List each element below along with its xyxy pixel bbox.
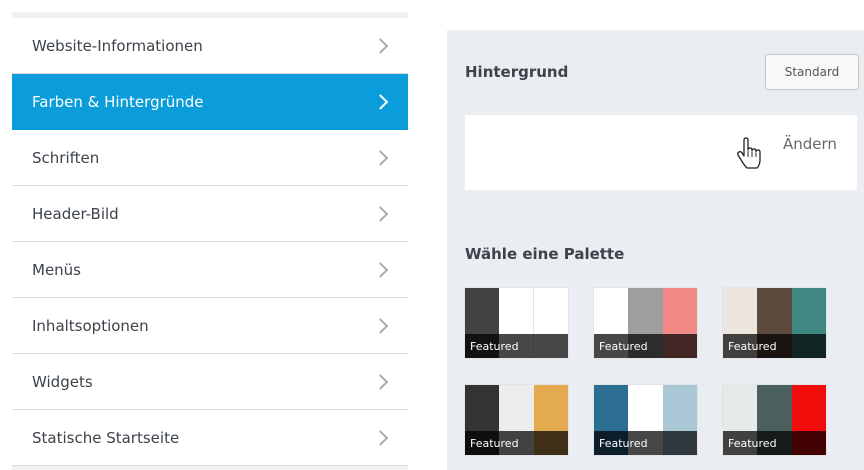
menu-item-schriften[interactable]: Schriften bbox=[12, 130, 408, 186]
featured-badge: Featured bbox=[594, 431, 697, 455]
palette-option[interactable]: Featured bbox=[465, 288, 568, 358]
menu-item-label: Widgets bbox=[32, 372, 93, 391]
menu-item-statische-startseite[interactable]: Statische Startseite bbox=[12, 410, 408, 466]
standard-button[interactable]: Standard bbox=[765, 54, 859, 90]
palette-option[interactable]: Featured bbox=[594, 385, 697, 455]
background-section-title: Hintergrund bbox=[465, 63, 569, 81]
chevron-right-icon bbox=[372, 205, 389, 222]
background-picker[interactable]: Ändern bbox=[465, 115, 857, 190]
menu-item-label: Inhaltsoptionen bbox=[32, 316, 149, 335]
hand-pointer-icon bbox=[737, 137, 761, 169]
customizer-menu: Website-Informationen Farben & Hintergrü… bbox=[12, 18, 408, 466]
palette-option[interactable]: Featured bbox=[465, 385, 568, 455]
chevron-right-icon bbox=[372, 37, 389, 54]
menu-item-label: Farben & Hintergründe bbox=[32, 92, 204, 111]
featured-badge: Featured bbox=[465, 431, 568, 455]
chevron-right-icon bbox=[372, 373, 389, 390]
featured-badge: Featured bbox=[465, 334, 568, 358]
palette-option[interactable]: Featured bbox=[594, 288, 697, 358]
featured-badge: Featured bbox=[723, 334, 826, 358]
customizer-sidebar: Website-Informationen Farben & Hintergrü… bbox=[12, 12, 408, 470]
menu-item-label: Schriften bbox=[32, 148, 100, 167]
featured-badge: Featured bbox=[723, 431, 826, 455]
menu-item-label: Statische Startseite bbox=[32, 428, 180, 447]
chevron-right-icon bbox=[372, 317, 389, 334]
menu-item-header-bild[interactable]: Header-Bild bbox=[12, 186, 408, 242]
menu-item-widgets[interactable]: Widgets bbox=[12, 354, 408, 410]
change-background-link[interactable]: Ändern bbox=[783, 135, 837, 153]
palette-option[interactable]: Featured bbox=[723, 385, 826, 455]
menu-item-farben-hintergruende[interactable]: Farben & Hintergründe bbox=[12, 74, 408, 130]
palette-option[interactable]: Featured bbox=[723, 288, 826, 358]
menu-item-label: Website-Informationen bbox=[32, 36, 203, 55]
menu-item-menues[interactable]: Menüs bbox=[12, 242, 408, 298]
menu-item-inhaltsoptionen[interactable]: Inhaltsoptionen bbox=[12, 298, 408, 354]
menu-item-label: Menüs bbox=[32, 260, 81, 279]
menu-item-website-informationen[interactable]: Website-Informationen bbox=[12, 18, 408, 74]
colors-backgrounds-panel: Hintergrund Standard Ändern Wähle eine P… bbox=[447, 30, 864, 470]
chevron-right-icon bbox=[372, 149, 389, 166]
chevron-right-icon bbox=[372, 429, 389, 446]
chevron-right-icon bbox=[372, 93, 389, 110]
chevron-right-icon bbox=[372, 261, 389, 278]
palette-section-title: Wähle eine Palette bbox=[465, 245, 625, 263]
menu-item-label: Header-Bild bbox=[32, 204, 119, 223]
featured-badge: Featured bbox=[594, 334, 697, 358]
